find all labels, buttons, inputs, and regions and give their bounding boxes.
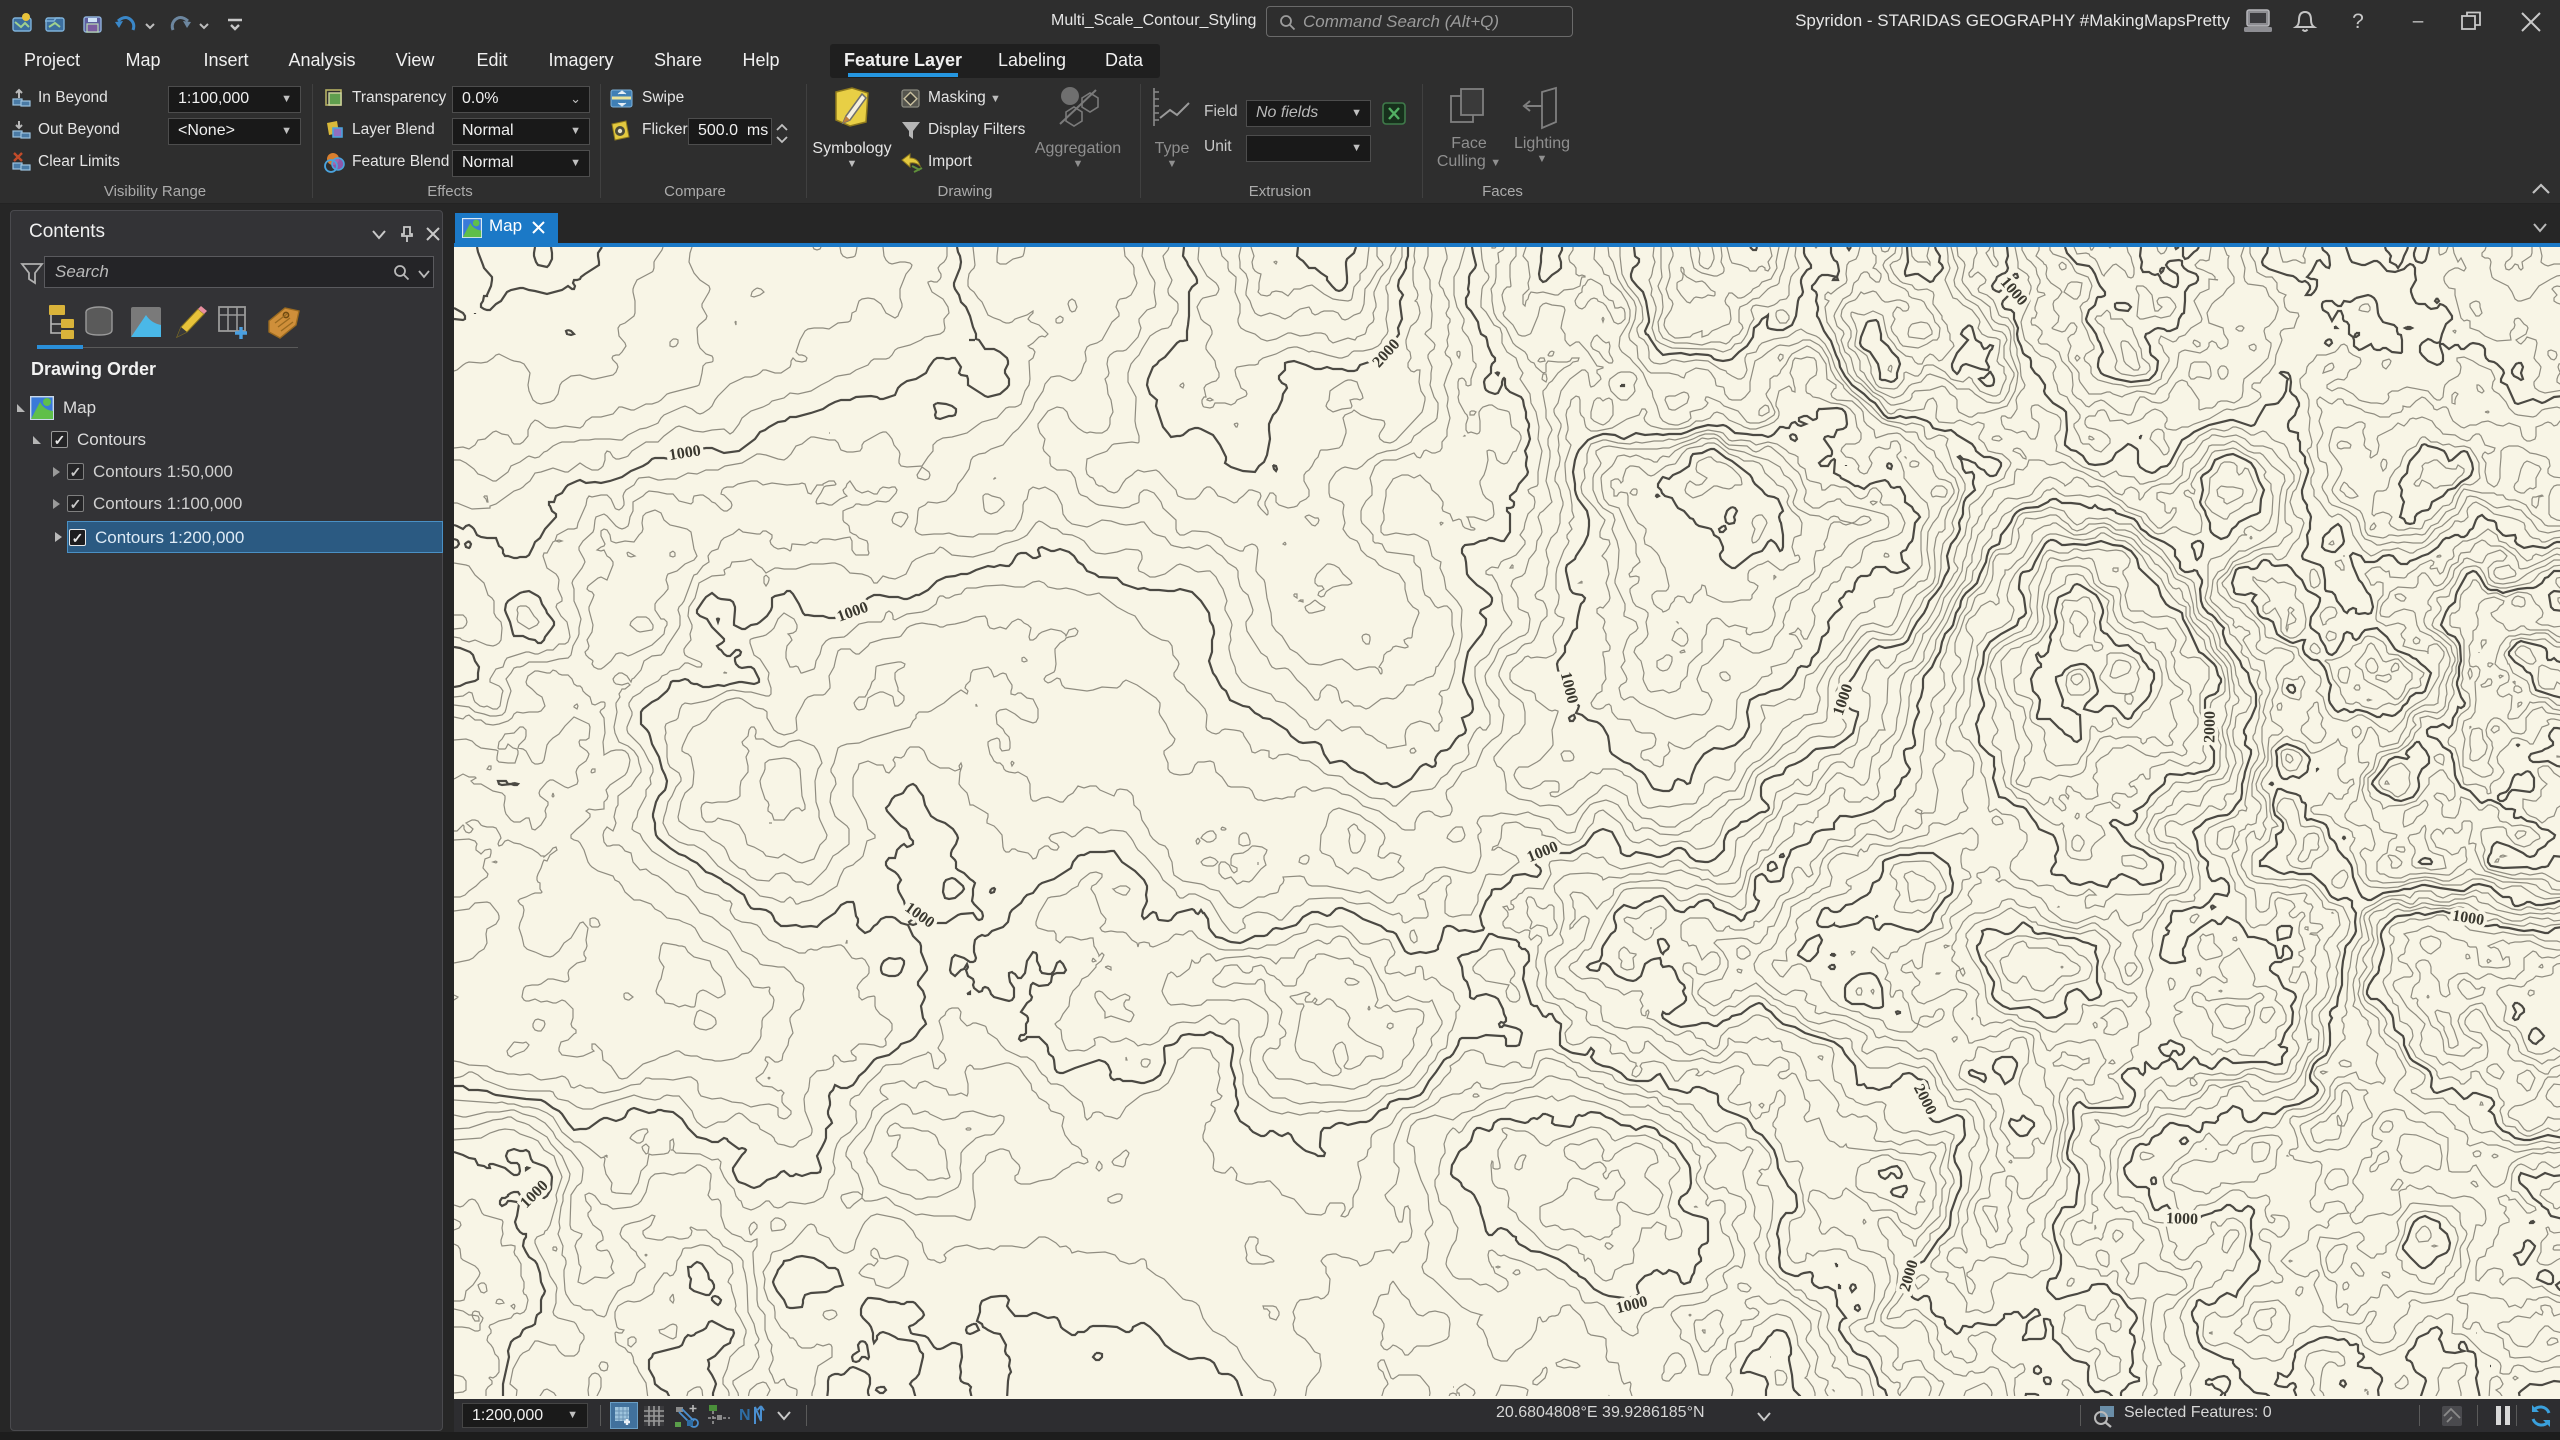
svg-text:2000: 2000 bbox=[2201, 711, 2219, 743]
svg-text:1000: 1000 bbox=[2166, 1210, 2199, 1228]
svg-text:1000: 1000 bbox=[2451, 907, 2485, 929]
svg-text:1000: 1000 bbox=[835, 599, 871, 626]
svg-text:N: N bbox=[739, 1407, 751, 1424]
svg-text:1000: 1000 bbox=[668, 442, 702, 464]
svg-text:2000: 2000 bbox=[1910, 1082, 1940, 1118]
svg-text:1000: 1000 bbox=[517, 1177, 552, 1212]
svg-text:1000: 1000 bbox=[1830, 682, 1856, 718]
svg-text:1000: 1000 bbox=[1557, 670, 1581, 705]
svg-text:1000: 1000 bbox=[902, 899, 938, 932]
svg-text:2000: 2000 bbox=[1369, 336, 1403, 371]
svg-text:1000: 1000 bbox=[1525, 838, 1561, 866]
